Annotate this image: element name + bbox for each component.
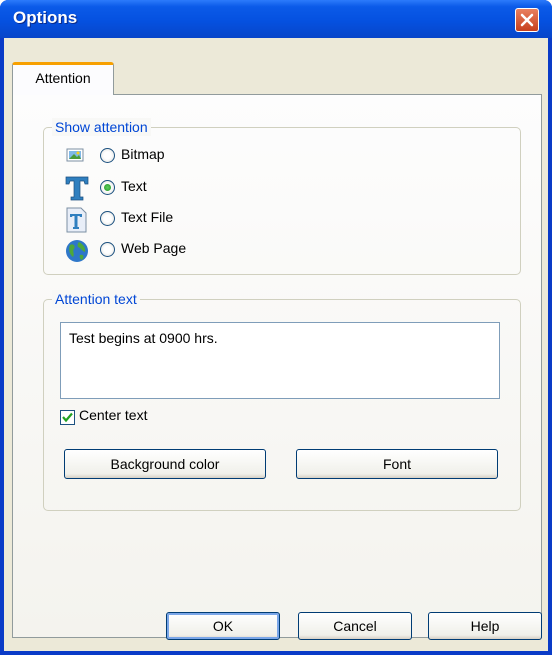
tab-attention[interactable]: Attention: [12, 62, 114, 95]
window-title: Options: [13, 8, 78, 27]
radio-selected-dot: [104, 184, 111, 191]
center-text-checkbox[interactable]: [60, 410, 75, 425]
text-file-label: Text File: [121, 209, 174, 225]
text-file-radio[interactable]: [100, 211, 115, 226]
help-button[interactable]: Help: [428, 612, 542, 640]
bitmap-label: Bitmap: [121, 146, 165, 162]
cancel-button[interactable]: Cancel: [298, 612, 412, 640]
attention-text-group: Attention text Test begins at 0900 hrs. …: [43, 290, 521, 511]
close-icon: [520, 13, 534, 27]
ok-button[interactable]: OK: [166, 612, 280, 640]
text-label: Text: [121, 178, 147, 194]
text-icon: [65, 176, 89, 201]
attention-text-title: Attention text: [52, 290, 140, 308]
checkmark-icon: [62, 412, 73, 423]
text-radio[interactable]: [100, 180, 115, 195]
bitmap-radio[interactable]: [100, 148, 115, 163]
close-button[interactable]: [515, 8, 539, 32]
dialog-client-area: Attention Show attention Bitmap Text Tex…: [4, 38, 548, 651]
background-color-button[interactable]: Background color: [64, 449, 266, 479]
font-button[interactable]: Font: [296, 449, 498, 479]
globe-icon: [66, 240, 88, 262]
text-file-icon: [66, 207, 87, 233]
attention-text-input[interactable]: Test begins at 0900 hrs.: [60, 322, 500, 399]
attention-tab-page: Show attention Bitmap Text Text File Web…: [12, 94, 542, 638]
title-bar[interactable]: Options: [0, 0, 552, 38]
center-text-label: Center text: [79, 407, 148, 423]
web-page-radio[interactable]: [100, 242, 115, 257]
options-dialog: Options Attention Show attention Bitmap …: [0, 0, 552, 655]
show-attention-title: Show attention: [52, 118, 151, 136]
show-attention-group: Show attention Bitmap Text Text File Web…: [43, 118, 521, 275]
bitmap-icon: [66, 148, 84, 162]
web-page-label: Web Page: [121, 240, 187, 256]
